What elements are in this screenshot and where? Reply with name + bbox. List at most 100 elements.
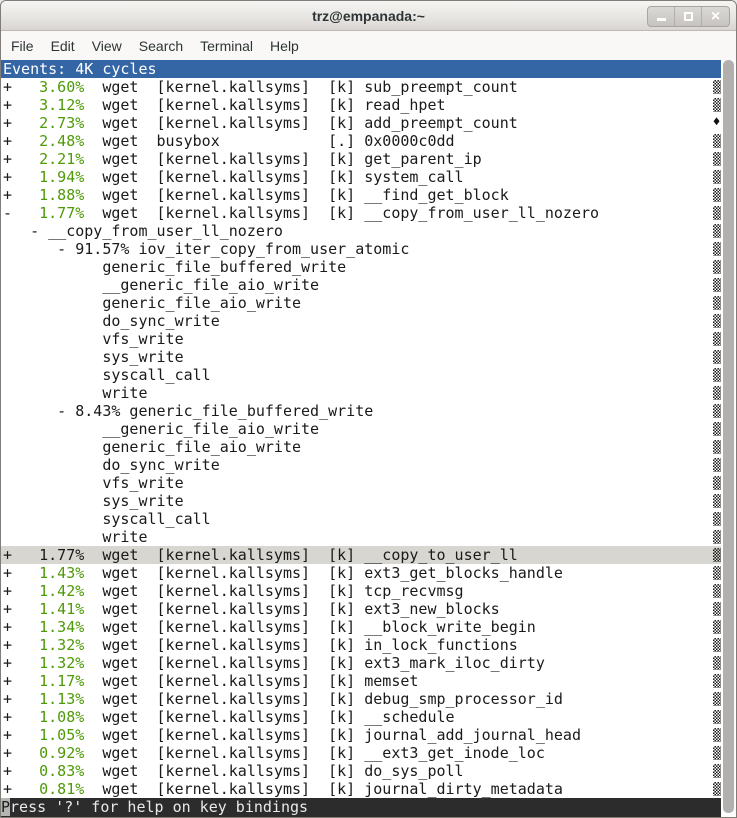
menu-item-file[interactable]: File	[11, 38, 34, 54]
perf-entry-row[interactable]: + 1.77% wget [kernel.kallsyms] [k] __cop…	[1, 546, 721, 564]
scrollbar-checker-cell	[712, 150, 721, 168]
terminal-screen[interactable]: Events: 4K cycles + 3.60% wget [kernel.k…	[1, 60, 736, 817]
scrollbar-checker-cell	[712, 762, 721, 780]
callchain-row[interactable]: do_sync_write	[1, 312, 721, 330]
scrollbar-checker-cell	[712, 384, 721, 402]
callchain-row[interactable]: sys_write	[1, 348, 721, 366]
callchain-row[interactable]: vfs_write	[1, 474, 721, 492]
perf-entry-row[interactable]: + 1.88% wget [kernel.kallsyms] [k] __fin…	[1, 186, 721, 204]
callchain-row[interactable]: generic_file_aio_write	[1, 438, 721, 456]
perf-entry-row[interactable]: + 1.17% wget [kernel.kallsyms] [k] memse…	[1, 672, 721, 690]
scrollbar-checker-cell	[712, 186, 721, 204]
callchain-row[interactable]: syscall_call	[1, 510, 721, 528]
scrollbar-checker-cell	[712, 600, 721, 618]
scrollbar-checker-cell	[712, 402, 721, 420]
perf-entry-row[interactable]: + 3.12% wget [kernel.kallsyms] [k] read_…	[1, 96, 721, 114]
scrollbar-checker-cell	[712, 96, 721, 114]
scrollbar-checker-cell	[712, 348, 721, 366]
minimize-icon	[657, 18, 666, 21]
perf-events-header: Events: 4K cycles	[1, 60, 721, 78]
menu-item-terminal[interactable]: Terminal	[200, 38, 253, 54]
scrollbar-checker-cell	[712, 276, 721, 294]
perf-rows: + 3.60% wget [kernel.kallsyms] [k] sub_p…	[1, 78, 721, 798]
scrollbar-checker-cell	[712, 618, 721, 636]
scrollbar-checker-cell	[712, 204, 721, 222]
perf-entry-row[interactable]: + 1.08% wget [kernel.kallsyms] [k] __sch…	[1, 708, 721, 726]
scrollbar-thumb[interactable]	[723, 60, 734, 813]
window-titlebar[interactable]: trz@empanada:~ ×	[1, 1, 736, 31]
scrollbar-checker-cell	[712, 528, 721, 546]
menu-item-search[interactable]: Search	[139, 38, 183, 54]
terminal-scrollbar[interactable]	[721, 60, 736, 817]
callchain-row[interactable]: generic_file_buffered_write	[1, 258, 721, 276]
callchain-row[interactable]: - __copy_from_user_ll_nozero	[1, 222, 721, 240]
scrollbar-checker-cell	[712, 258, 721, 276]
scrollbar-checker-cell	[712, 672, 721, 690]
perf-entry-row[interactable]: + 1.94% wget [kernel.kallsyms] [k] syste…	[1, 168, 721, 186]
perf-entry-row[interactable]: + 2.48% wget busybox [.] 0x0000c0dd	[1, 132, 721, 150]
perf-entry-row[interactable]: + 1.41% wget [kernel.kallsyms] [k] ext3_…	[1, 600, 721, 618]
scrollbar-checker-cell	[712, 330, 721, 348]
scrollbar-checker-cell	[712, 456, 721, 474]
scrollbar-checker-cell	[712, 312, 721, 330]
callchain-row[interactable]: __generic_file_aio_write	[1, 276, 721, 294]
menu-item-edit[interactable]: Edit	[51, 38, 75, 54]
callchain-row[interactable]: write	[1, 384, 721, 402]
perf-entry-row[interactable]: + 0.83% wget [kernel.kallsyms] [k] do_sy…	[1, 762, 721, 780]
perf-entry-row[interactable]: + 1.05% wget [kernel.kallsyms] [k] journ…	[1, 726, 721, 744]
scrollbar-checker-cell	[712, 438, 721, 456]
perf-entry-row[interactable]: + 3.60% wget [kernel.kallsyms] [k] sub_p…	[1, 78, 721, 96]
scroll-position-diamond-icon: ♦	[712, 114, 721, 132]
scrollbar-checker-cell	[712, 240, 721, 258]
terminal-cursor: P	[1, 798, 10, 816]
callchain-row[interactable]: - 91.57% iov_iter_copy_from_user_atomic	[1, 240, 721, 258]
maximize-icon	[684, 12, 693, 21]
minimize-button[interactable]	[648, 7, 675, 26]
perf-entry-row[interactable]: + 1.43% wget [kernel.kallsyms] [k] ext3_…	[1, 564, 721, 582]
maximize-button[interactable]	[675, 7, 702, 26]
scrollbar-checker-cell	[712, 744, 721, 762]
scrollbar-checker-cell	[712, 564, 721, 582]
callchain-row[interactable]: __generic_file_aio_write	[1, 420, 721, 438]
perf-entry-row[interactable]: + 1.13% wget [kernel.kallsyms] [k] debug…	[1, 690, 721, 708]
scrollbar-checker-cell	[712, 636, 721, 654]
callchain-row[interactable]: sys_write	[1, 492, 721, 510]
scrollbar-checker-cell	[712, 780, 721, 798]
callchain-row[interactable]: do_sync_write	[1, 456, 721, 474]
perf-entry-row[interactable]: + 1.42% wget [kernel.kallsyms] [k] tcp_r…	[1, 582, 721, 600]
status-text: ress '?' for help on key bindings	[10, 798, 308, 816]
scrollbar-checker-cell	[712, 708, 721, 726]
scrollbar-checker-cell	[712, 546, 721, 564]
callchain-row[interactable]: - 8.43% generic_file_buffered_write	[1, 402, 721, 420]
callchain-row[interactable]: write	[1, 528, 721, 546]
window-controls: ×	[647, 6, 730, 27]
perf-entry-row[interactable]: + 2.73% wget [kernel.kallsyms] [k] add_p…	[1, 114, 721, 132]
perf-entry-row[interactable]: - 1.77% wget [kernel.kallsyms] [k] __cop…	[1, 204, 721, 222]
callchain-row[interactable]: syscall_call	[1, 366, 721, 384]
perf-entry-row[interactable]: + 0.81% wget [kernel.kallsyms] [k] journ…	[1, 780, 721, 798]
scrollbar-checker-cell	[712, 420, 721, 438]
scrollbar-checker-cell	[712, 168, 721, 186]
help-status-bar: Press '?' for help on key bindings	[1, 798, 721, 817]
scrollbar-checker-cell	[712, 690, 721, 708]
menubar: File Edit View Search Terminal Help	[1, 31, 736, 60]
tui-scrollbar: ♦	[712, 78, 721, 798]
scrollbar-checker-cell	[712, 582, 721, 600]
scrollbar-checker-cell	[712, 726, 721, 744]
perf-entry-row[interactable]: + 2.21% wget [kernel.kallsyms] [k] get_p…	[1, 150, 721, 168]
terminal-window: trz@empanada:~ × File Edit View Search T…	[0, 0, 737, 818]
scrollbar-checker-cell	[712, 294, 721, 312]
menu-item-view[interactable]: View	[92, 38, 122, 54]
perf-entry-row[interactable]: + 1.34% wget [kernel.kallsyms] [k] __blo…	[1, 618, 721, 636]
perf-entry-row[interactable]: + 1.32% wget [kernel.kallsyms] [k] ext3_…	[1, 654, 721, 672]
menu-item-help[interactable]: Help	[270, 38, 299, 54]
perf-entry-row[interactable]: + 1.32% wget [kernel.kallsyms] [k] in_lo…	[1, 636, 721, 654]
callchain-row[interactable]: vfs_write	[1, 330, 721, 348]
scrollbar-checker-cell	[712, 132, 721, 150]
close-button[interactable]: ×	[702, 7, 729, 26]
perf-entry-row[interactable]: + 0.92% wget [kernel.kallsyms] [k] __ext…	[1, 744, 721, 762]
scrollbar-checker-cell	[712, 474, 721, 492]
scrollbar-checker-cell	[712, 366, 721, 384]
callchain-row[interactable]: generic_file_aio_write	[1, 294, 721, 312]
close-icon: ×	[711, 9, 720, 25]
